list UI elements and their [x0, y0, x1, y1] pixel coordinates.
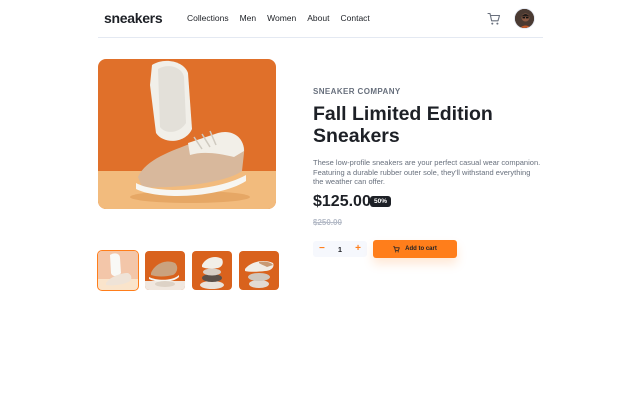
nav-item-contact[interactable]: Contact	[340, 13, 369, 23]
quantity-stepper: − 1 +	[313, 241, 367, 257]
nav-item-collections[interactable]: Collections	[187, 13, 229, 23]
nav-item-women[interactable]: Women	[267, 13, 296, 23]
product-main-image[interactable]	[98, 59, 276, 209]
company-name: SNEAKER COMPANY	[313, 87, 401, 96]
main-nav: Collections Men Women About Contact	[187, 13, 370, 23]
add-to-cart-button[interactable]: Add to cart	[373, 240, 457, 258]
product-title: Fall Limited Edition Sneakers	[313, 103, 493, 147]
add-to-cart-label: Add to cart	[405, 246, 437, 252]
product-description: These low-profile sneakers are your perf…	[313, 158, 541, 186]
user-avatar[interactable]	[514, 8, 535, 29]
logo[interactable]: sneakers	[104, 10, 163, 26]
decrease-quantity-button[interactable]: −	[319, 244, 325, 254]
nav-item-men[interactable]: Men	[240, 13, 257, 23]
thumbnail-3[interactable]	[192, 251, 232, 290]
cart-icon[interactable]	[487, 12, 501, 26]
cart-icon	[393, 240, 400, 258]
original-price: $250.00	[313, 218, 342, 227]
thumbnail-2[interactable]	[145, 251, 185, 290]
nav-item-about[interactable]: About	[307, 13, 329, 23]
thumbnail-strip	[97, 250, 279, 291]
quantity-value: 1	[337, 244, 343, 254]
current-price: $125.00	[313, 193, 371, 210]
discount-badge: 50%	[370, 196, 392, 207]
site-header: sneakers Collections Men Women About Con…	[98, 0, 543, 38]
thumbnail-4[interactable]	[239, 251, 279, 290]
thumbnail-1[interactable]	[97, 250, 139, 291]
increase-quantity-button[interactable]: +	[355, 244, 361, 254]
